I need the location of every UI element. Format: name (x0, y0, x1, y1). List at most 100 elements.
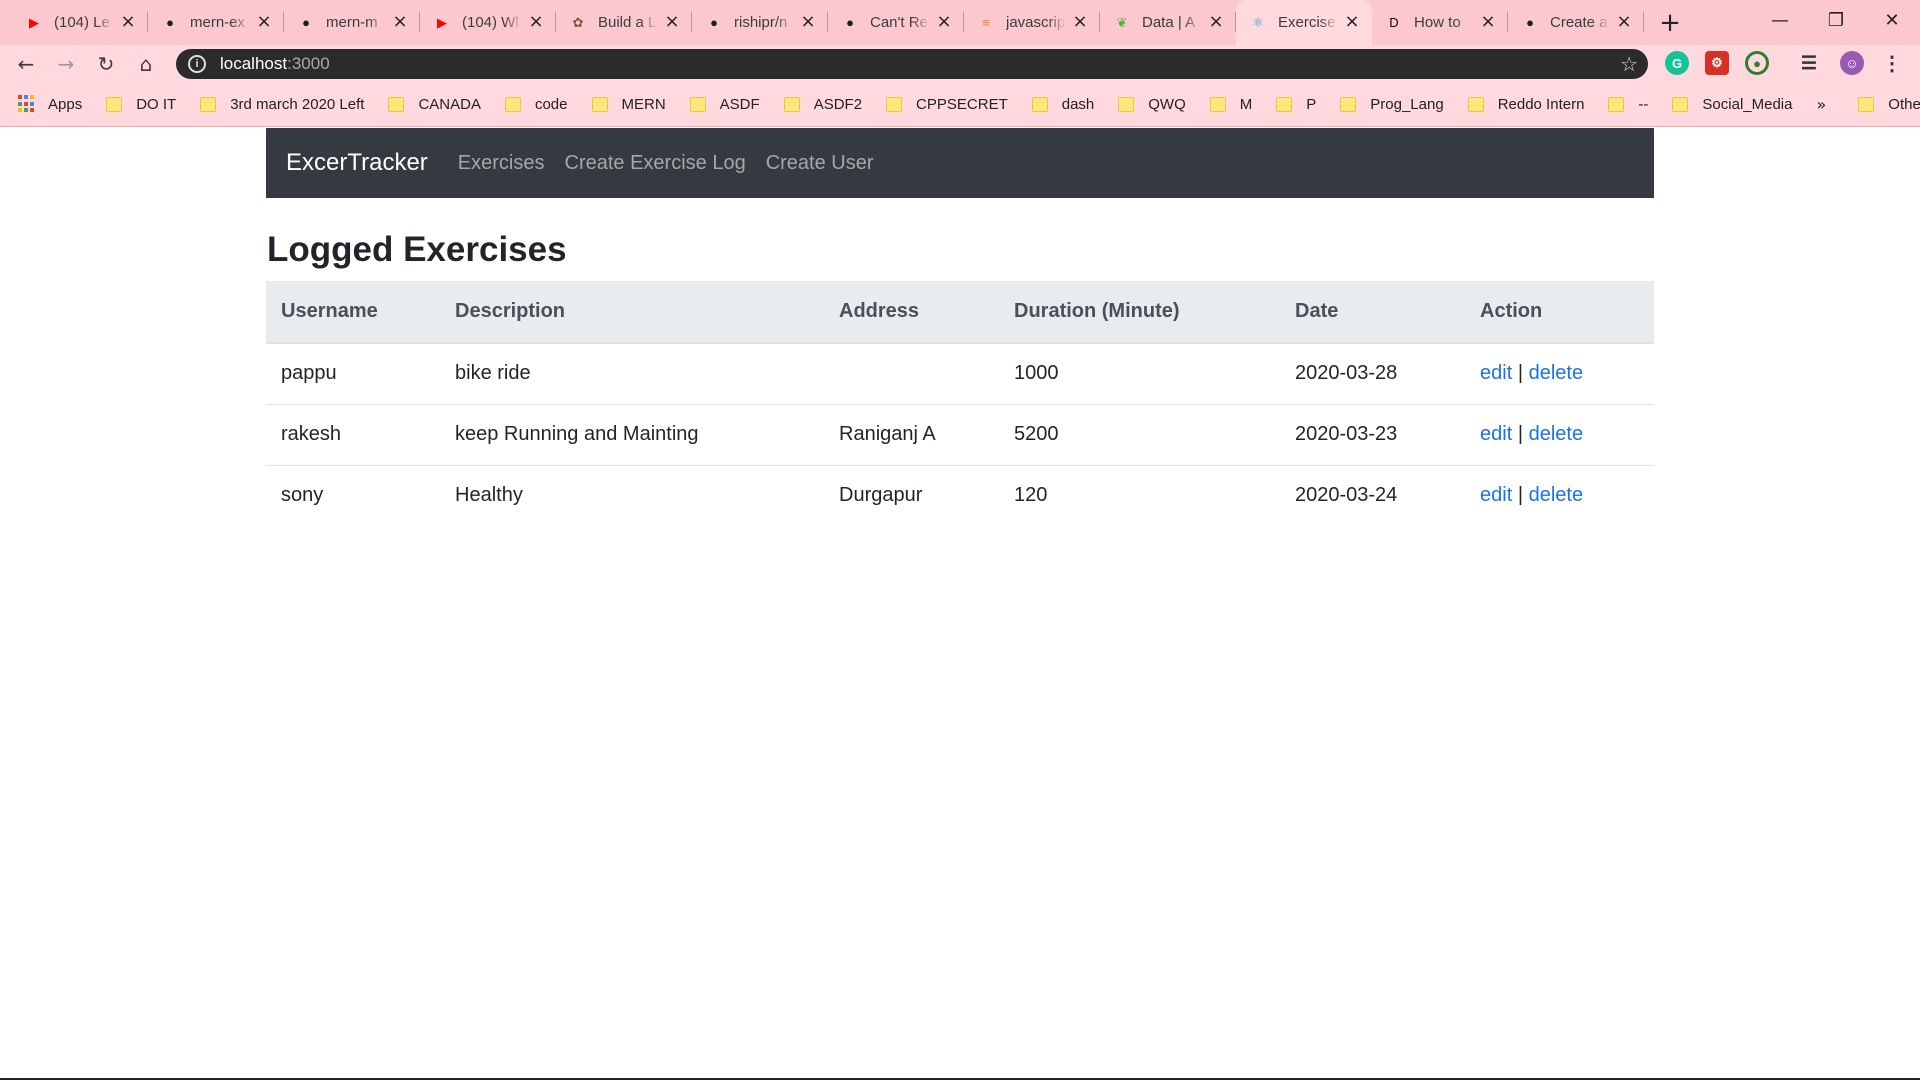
bookmark-folder[interactable]: CPPSECRET (886, 96, 1008, 113)
folder-icon (388, 96, 405, 112)
tab[interactable]: ❦ Data | A × (1100, 0, 1236, 45)
tab[interactable]: ● mern-m × (284, 0, 420, 45)
delete-link[interactable]: delete (1529, 423, 1584, 445)
tab[interactable]: ● mern-ex × (148, 0, 284, 45)
site-info-icon[interactable]: i (188, 55, 206, 73)
bookmark-label: CANADA (418, 95, 481, 113)
cell-description: keep Running and Mainting (440, 404, 824, 466)
tab[interactable]: ● Can't Re × (828, 0, 964, 45)
page-content: ExcerTracker Exercises Create Exercise L… (0, 128, 1920, 1080)
extension-green-search-icon[interactable]: ● (1745, 51, 1769, 75)
bookmark-folder[interactable]: 3rd march 2020 Left (200, 96, 364, 113)
folder-icon (200, 96, 217, 112)
delete-link[interactable]: delete (1529, 362, 1584, 384)
folder-icon (1672, 96, 1689, 112)
cell-address: Raniganj A (824, 404, 999, 466)
close-tab-icon[interactable]: × (254, 12, 274, 32)
forward-icon[interactable]: → (46, 45, 86, 82)
grammarly-icon[interactable]: G (1665, 51, 1689, 75)
edit-link[interactable]: edit (1480, 484, 1512, 506)
close-tab-icon[interactable]: × (1614, 12, 1634, 32)
close-tab-icon[interactable]: × (1206, 12, 1226, 32)
new-tab-icon[interactable]: + (1650, 0, 1690, 45)
close-tab-icon[interactable]: × (526, 12, 546, 32)
bookmark-folder[interactable]: M (1209, 95, 1253, 113)
column-header-action: Action (1465, 281, 1654, 344)
address-bar[interactable]: i localhost:3000 ☆ (176, 49, 1648, 79)
stackoverflow-icon: ≡ (982, 15, 990, 30)
tab[interactable]: ✿ Build a L × (556, 0, 692, 45)
minimize-icon[interactable]: — (1752, 0, 1808, 40)
nav-create-user[interactable]: Create User (766, 152, 874, 175)
youtube-icon: ▶ (29, 14, 39, 30)
bookmark-label: Social_Media (1702, 95, 1793, 113)
browser-menu-icon[interactable]: ⋮ (1880, 51, 1904, 75)
close-tab-icon[interactable]: × (390, 12, 410, 32)
back-icon[interactable]: ← (6, 45, 46, 82)
tab[interactable]: ⚛ Exercise × (1236, 0, 1372, 45)
bookmark-folder[interactable]: -- (1608, 96, 1648, 113)
profile-avatar[interactable]: ☺ (1840, 51, 1864, 75)
close-tab-icon[interactable]: × (662, 12, 682, 32)
bookmark-folder[interactable]: MERN (591, 96, 666, 113)
bookmark-folder[interactable]: QWQ (1118, 96, 1186, 113)
bookmark-label: 3rd march 2020 Left (230, 95, 365, 113)
bookmark-folder[interactable]: DO IT (106, 96, 176, 113)
other-bookmarks[interactable]: Other bookmarks (1858, 96, 1920, 113)
bookmark-label: ASDF2 (813, 95, 863, 113)
github-icon: ● (302, 15, 310, 30)
restore-icon[interactable]: ❐ (1808, 0, 1864, 40)
edit-link[interactable]: edit (1480, 423, 1512, 445)
tab[interactable]: ● rishipr/n × (692, 0, 828, 45)
tab[interactable]: D How to × (1372, 0, 1508, 45)
bookmark-folder[interactable]: P (1276, 96, 1316, 113)
folder-icon (106, 96, 123, 112)
nav-create-exercise-log[interactable]: Create Exercise Log (565, 152, 746, 175)
close-tab-icon[interactable]: × (1070, 12, 1090, 32)
bookmark-folders: DO IT 3rd march 2020 Left CANADA code MERN AS… (106, 96, 1816, 113)
bookmark-folder[interactable]: ASDF (689, 96, 760, 113)
mongodb-leaf-icon: ❦ (1116, 14, 1128, 30)
reload-icon[interactable]: ↻ (86, 45, 126, 82)
cell-description: bike ride (440, 343, 824, 405)
folder-icon (1608, 96, 1625, 112)
folder-icon (1858, 96, 1875, 112)
bookmark-apps[interactable]: Apps (18, 95, 82, 113)
close-tab-icon[interactable]: × (1478, 12, 1498, 32)
cell-action: edit | delete (1465, 404, 1654, 466)
column-header-duration: Duration (Minute) (999, 281, 1280, 344)
column-header-date: Date (1280, 281, 1465, 344)
nav-exercises[interactable]: Exercises (458, 152, 545, 175)
bookmark-folder[interactable]: Social_Media (1672, 96, 1792, 113)
table-row: sony Healthy Durgapur 120 2020-03-24 edi… (266, 465, 1654, 526)
close-tab-icon[interactable]: × (798, 12, 818, 32)
bookmark-label: Apps (48, 95, 83, 113)
more-bookmarks-icon[interactable]: » (1816, 95, 1826, 114)
delete-link[interactable]: delete (1529, 484, 1584, 506)
bookmark-folder[interactable]: code (504, 96, 568, 113)
tab[interactable]: ▶ (104) Wl × (420, 0, 556, 45)
edit-link[interactable]: edit (1480, 362, 1512, 384)
bookmark-star-icon[interactable]: ☆ (1620, 52, 1638, 76)
window-controls: — ❐ ✕ (1752, 0, 1920, 40)
bookmark-folder[interactable]: Reddo Intern (1467, 96, 1584, 113)
tab[interactable]: ≡ javascrip × (964, 0, 1100, 45)
tab-title: Create a (1550, 14, 1608, 31)
home-icon[interactable]: ⌂ (126, 45, 166, 82)
bookmark-folder[interactable]: Prog_Lang (1340, 96, 1444, 113)
bookmark-folder[interactable]: CANADA (388, 96, 481, 113)
react-icon: ⚛ (1252, 14, 1264, 30)
bookmark-label: M (1239, 95, 1253, 113)
close-tab-icon[interactable]: × (118, 12, 138, 32)
close-tab-icon[interactable]: × (1342, 12, 1362, 32)
brand-link[interactable]: ExcerTracker (286, 149, 428, 177)
tab[interactable]: ▶ (104) Le × (12, 0, 148, 45)
close-window-icon[interactable]: ✕ (1864, 0, 1920, 40)
close-tab-icon[interactable]: × (934, 12, 954, 32)
extension-red-icon[interactable]: ⚙ (1705, 51, 1729, 75)
bookmark-folder[interactable]: ASDF2 (783, 95, 863, 113)
media-controls-icon[interactable]: ☰ (1797, 51, 1821, 75)
tab[interactable]: ● Create a × (1508, 0, 1644, 45)
table-row: rakesh keep Running and Mainting Ranigan… (266, 404, 1654, 466)
bookmark-folder[interactable]: dash (1031, 96, 1094, 113)
